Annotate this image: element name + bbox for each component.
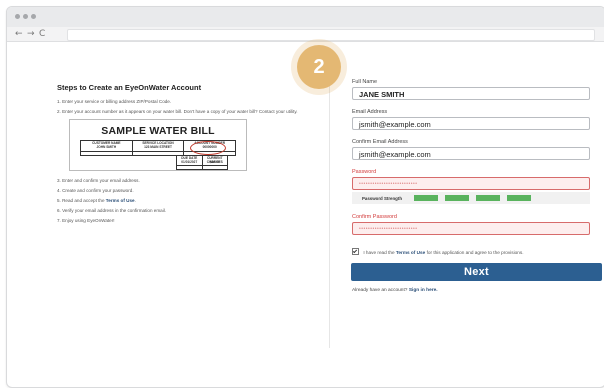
- step-item: 1. Enter your service or billing address…: [57, 99, 172, 104]
- browser-window: ← → C Steps to Create an EyeOnWater Acco…: [6, 6, 604, 388]
- address-bar[interactable]: [67, 29, 595, 41]
- email-label: Email Address: [352, 109, 388, 115]
- confirm-email-label: Confirm Email Address: [352, 139, 408, 145]
- confirm-password-label: Confirm Password: [352, 214, 397, 220]
- step-item: 4. Create and confirm your password.: [57, 188, 134, 193]
- steps-title: Steps to Create an EyeOnWater Account: [57, 83, 202, 92]
- browser-titlebar: [7, 7, 604, 27]
- terms-prefix: I have read the: [363, 250, 395, 255]
- bill-title: SAMPLE WATER BILL: [101, 125, 215, 137]
- column-divider: [329, 58, 330, 348]
- window-control-dot[interactable]: [23, 14, 28, 19]
- terms-of-use-link[interactable]: Terms of Use: [106, 198, 135, 203]
- page-content: Steps to Create an EyeOnWater Account 1.…: [7, 43, 604, 387]
- window-control-dot[interactable]: [31, 14, 36, 19]
- step-period: .: [134, 198, 136, 203]
- confirm-email-field[interactable]: jsmith@example.com: [352, 147, 590, 160]
- strength-bar-segment: [476, 195, 501, 201]
- sample-water-bill: SAMPLE WATER BILL CUSTOMER NAME SERVICE …: [69, 119, 247, 171]
- terms-agreement: I have read the Terms of Use for this ap…: [352, 248, 598, 257]
- step-item: 5. Read and accept the Terms of Use.: [57, 197, 307, 204]
- terms-checkbox[interactable]: [352, 248, 359, 256]
- bill-value-cell: $00.00: [209, 160, 220, 164]
- next-button[interactable]: Next: [351, 263, 602, 281]
- steps-panel: Steps to Create an EyeOnWater Account 1.…: [57, 83, 307, 227]
- step-item: 2. Enter your account number as it appea…: [57, 109, 298, 114]
- strength-bar-segment: [445, 195, 470, 201]
- terms-of-use-link[interactable]: Terms of Use: [396, 250, 425, 255]
- forward-icon[interactable]: →: [27, 27, 35, 41]
- bill-due-value-row: 01/01/2027 $00.00: [176, 160, 228, 170]
- terms-suffix: for this application and agree to the pr…: [426, 250, 524, 255]
- step-item: 6. Verify your email address in the conf…: [57, 208, 167, 213]
- bill-value-cell: 123 MAIN STREET: [133, 145, 185, 155]
- password-label: Password: [352, 169, 377, 175]
- password-strength-meter: Password Strength: [352, 192, 590, 204]
- password-field[interactable]: ••••••••••••••••••••••••••: [352, 177, 590, 190]
- stage: ← → C Steps to Create an EyeOnWater Acco…: [0, 0, 604, 388]
- reload-icon[interactable]: C: [39, 27, 45, 41]
- bill-value-cell: 01/01/2027: [177, 160, 203, 169]
- full-name-label: Full Name: [352, 79, 378, 85]
- password-strength-label: Password Strength: [362, 195, 403, 201]
- bill-value-cell: JOHN SMITH: [81, 145, 133, 155]
- sign-in-link[interactable]: Sign in here.: [409, 288, 438, 293]
- strength-bar-segment: [507, 195, 532, 201]
- signup-form: Full Name JANE SMITH Email Address jsmit…: [351, 79, 602, 293]
- browser-nav: ← → C: [7, 27, 604, 42]
- step-number-badge: 2: [297, 45, 341, 89]
- back-icon[interactable]: ←: [15, 27, 23, 41]
- step-item: 3. Enter and confirm your email address.: [57, 178, 140, 183]
- already-text: Already have an account?: [352, 288, 408, 293]
- account-number-highlight: [190, 141, 226, 155]
- sign-in-prompt: Already have an account? Sign in here.: [352, 288, 598, 293]
- confirm-password-field[interactable]: ••••••••••••••••••••••••••: [352, 222, 590, 235]
- email-field[interactable]: jsmith@example.com: [352, 117, 590, 130]
- step-item: 7. Enjoy using EyeOnWater!: [57, 218, 115, 223]
- window-control-dot[interactable]: [15, 14, 20, 19]
- step-text: 5. Read and accept the: [57, 198, 105, 203]
- strength-bar-segment: [414, 195, 439, 201]
- full-name-field[interactable]: JANE SMITH: [352, 87, 590, 100]
